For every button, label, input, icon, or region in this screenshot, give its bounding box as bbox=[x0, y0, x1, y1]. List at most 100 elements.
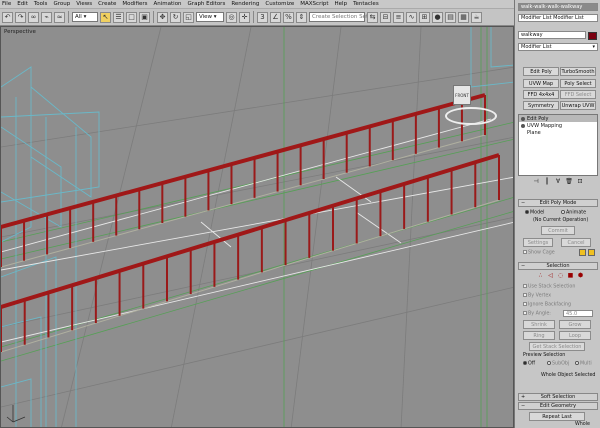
reference-coordinate-dropdown[interactable]: View ▾ bbox=[196, 12, 224, 22]
use-stack-selection-checkbox[interactable]: Use Stack Selection bbox=[523, 284, 575, 290]
lightbulb-icon[interactable] bbox=[521, 123, 525, 128]
perspective-viewport[interactable]: Perspective FRONT bbox=[0, 26, 514, 428]
menu-item-rendering[interactable]: Rendering bbox=[231, 1, 259, 7]
selection-filter-dropdown[interactable]: All ▾ bbox=[72, 12, 98, 22]
rectangular-selection-icon[interactable]: □ bbox=[126, 11, 137, 23]
select-by-name-icon[interactable]: ☰ bbox=[113, 11, 124, 23]
select-object-icon[interactable]: ↖ bbox=[100, 11, 111, 23]
modifier-button-edit-poly[interactable]: Edit Poly bbox=[523, 67, 559, 76]
modifier-button-uvw-map[interactable]: UVW Map bbox=[523, 79, 559, 88]
ring-button[interactable]: Ring bbox=[523, 331, 555, 340]
modifier-stack-list[interactable]: Edit Poly UVW Mapping Plane bbox=[518, 114, 598, 176]
shrink-button[interactable]: Shrink bbox=[523, 320, 555, 329]
object-name-field[interactable]: walkway bbox=[518, 31, 586, 39]
vertex-icon[interactable]: ∴ bbox=[537, 272, 544, 279]
make-unique-icon[interactable]: ∀ bbox=[553, 178, 563, 186]
modifier-button-unwrap-uvw[interactable]: Unwrap UVW bbox=[560, 101, 596, 110]
menu-item-file[interactable]: File bbox=[2, 1, 11, 7]
remove-modifier-icon[interactable]: 🗑 bbox=[564, 178, 574, 186]
undo-icon[interactable]: ↶ bbox=[2, 11, 13, 23]
border-icon[interactable]: ◌ bbox=[557, 272, 564, 279]
pivot-center-icon[interactable]: ◎ bbox=[226, 11, 237, 23]
pin-stack-icon[interactable]: ⊣ bbox=[531, 178, 541, 186]
show-cage-checkbox[interactable]: Show Cage bbox=[523, 250, 555, 256]
ignore-backfacing-checkbox[interactable]: Ignore Backfacing bbox=[523, 302, 571, 308]
menu-item-group[interactable]: Group bbox=[53, 1, 70, 7]
quick-render-icon[interactable]: ☕ bbox=[471, 11, 482, 23]
by-vertex-checkbox[interactable]: By Vertex bbox=[523, 293, 551, 299]
by-angle-checkbox[interactable]: By Angle: bbox=[523, 311, 551, 317]
viewcube[interactable]: FRONT bbox=[453, 85, 471, 105]
cage-selected-color-swatch[interactable] bbox=[588, 249, 595, 256]
viewcube-compass-ring[interactable] bbox=[445, 107, 497, 125]
unlink-icon[interactable]: ⌁ bbox=[41, 11, 52, 23]
mirror-icon[interactable]: ⇆ bbox=[367, 11, 378, 23]
menu-item-views[interactable]: Views bbox=[76, 1, 92, 7]
viewport-label[interactable]: Perspective bbox=[4, 29, 36, 35]
cancel-button[interactable]: Cancel bbox=[561, 238, 591, 247]
modifier-list-dropdown[interactable]: Modifier List ▾ bbox=[518, 43, 598, 51]
object-name-header[interactable]: walk-walk-walk-walkway bbox=[518, 3, 598, 11]
percent-snap-icon[interactable]: % bbox=[283, 11, 294, 23]
configure-modifier-sets-icon[interactable]: ⊡ bbox=[575, 178, 585, 186]
animate-radio[interactable]: Animate bbox=[561, 210, 586, 216]
menu-item-maxscript[interactable]: MAXScript bbox=[300, 1, 328, 7]
redo-icon[interactable]: ↷ bbox=[15, 11, 26, 23]
menu-item-graph-editors[interactable]: Graph Editors bbox=[188, 1, 226, 7]
render-frame-icon[interactable]: ▦ bbox=[458, 11, 469, 23]
preview-subobj-radio[interactable]: SubObj bbox=[547, 361, 569, 367]
commit-button[interactable]: Commit bbox=[541, 226, 575, 235]
modifier-button-ffd-select[interactable]: FFD Select bbox=[560, 90, 596, 99]
angle-value-field[interactable]: 45.0 bbox=[563, 310, 593, 317]
polygon-icon[interactable]: ■ bbox=[567, 272, 574, 279]
snap-toggle-icon[interactable]: 3 bbox=[257, 11, 268, 23]
preview-off-radio[interactable]: Off bbox=[523, 361, 535, 367]
modifier-button-poly-select[interactable]: Poly Select bbox=[560, 79, 596, 88]
named-selection-set-field[interactable]: Create Selection Set bbox=[309, 12, 368, 22]
menu-item-animation[interactable]: Animation bbox=[154, 1, 182, 7]
material-editor-icon[interactable]: ● bbox=[432, 11, 443, 23]
object-color-swatch[interactable] bbox=[588, 32, 597, 40]
model-radio[interactable]: Model bbox=[525, 210, 544, 216]
rollout-edit-poly-mode[interactable]: − Edit Poly Mode bbox=[518, 199, 598, 207]
cage-color-swatch[interactable] bbox=[579, 249, 586, 256]
menu-item-customize[interactable]: Customize bbox=[265, 1, 294, 7]
rotate-icon[interactable]: ↻ bbox=[170, 11, 181, 23]
repeat-last-button[interactable]: Repeat Last bbox=[529, 412, 585, 421]
rollout-selection[interactable]: − Selection bbox=[518, 262, 598, 270]
viewport-scene[interactable] bbox=[1, 27, 514, 428]
bind-space-warp-icon[interactable]: ≈ bbox=[54, 11, 65, 23]
lightbulb-icon[interactable] bbox=[521, 116, 525, 121]
render-setup-icon[interactable]: ▤ bbox=[445, 11, 456, 23]
settings-button[interactable]: Settings bbox=[523, 238, 553, 247]
select-manipulate-icon[interactable]: ✛ bbox=[239, 11, 250, 23]
move-icon[interactable]: ✥ bbox=[157, 11, 168, 23]
link-icon[interactable]: ∞ bbox=[28, 11, 39, 23]
menu-item-tools[interactable]: Tools bbox=[34, 1, 48, 7]
modifier-button-turbosmooth[interactable]: TurboSmooth bbox=[560, 67, 596, 76]
modifier-list-field[interactable]: Modifier List Modifier List bbox=[518, 14, 598, 22]
show-end-result-icon[interactable]: ║ bbox=[542, 178, 552, 186]
schematic-view-icon[interactable]: ⊞ bbox=[419, 11, 430, 23]
rollout-edit-geometry[interactable]: − Edit Geometry bbox=[518, 402, 598, 410]
menu-item-edit[interactable]: Edit bbox=[17, 1, 28, 7]
preview-multi-radio[interactable]: Multi bbox=[575, 361, 592, 367]
grow-button[interactable]: Grow bbox=[559, 320, 591, 329]
spinner-snap-icon[interactable]: ⇕ bbox=[296, 11, 307, 23]
layer-manager-icon[interactable]: ≡ bbox=[393, 11, 404, 23]
modifier-button-symmetry[interactable]: Symmetry bbox=[523, 101, 559, 110]
menu-item-tentacles[interactable]: Tentacles bbox=[353, 1, 379, 7]
edge-icon[interactable]: ◁ bbox=[547, 272, 554, 279]
menu-item-help[interactable]: Help bbox=[335, 1, 348, 7]
get-stack-selection-button[interactable]: Get Stack Selection bbox=[529, 342, 585, 351]
angle-snap-icon[interactable]: ∠ bbox=[270, 11, 281, 23]
window-crossing-icon[interactable]: ▣ bbox=[139, 11, 150, 23]
stack-item-edit-poly[interactable]: Edit Poly bbox=[519, 115, 597, 122]
rollout-soft-selection[interactable]: + Soft Selection bbox=[518, 393, 598, 401]
scale-icon[interactable]: ◱ bbox=[183, 11, 194, 23]
align-icon[interactable]: ⊟ bbox=[380, 11, 391, 23]
stack-item-uvw-mapping[interactable]: UVW Mapping bbox=[519, 122, 597, 129]
menu-item-create[interactable]: Create bbox=[98, 1, 116, 7]
element-icon[interactable]: ⬢ bbox=[577, 272, 584, 279]
stack-item-plane[interactable]: Plane bbox=[519, 129, 597, 136]
